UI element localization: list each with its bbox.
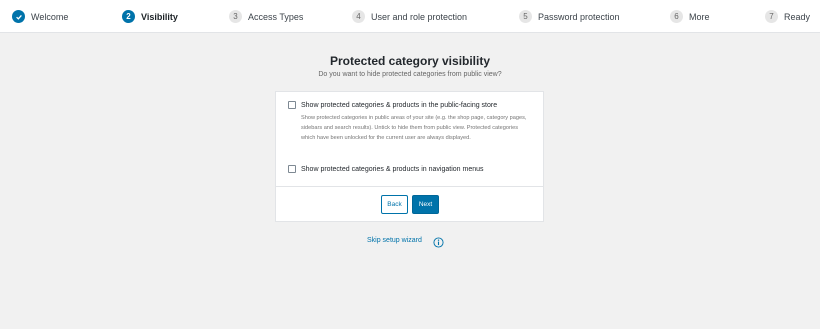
- public-store-checkbox[interactable]: [288, 101, 296, 109]
- next-button[interactable]: Next: [412, 195, 439, 214]
- step-label: Visibility: [141, 11, 178, 22]
- step-label: Access Types: [248, 11, 304, 22]
- page-subtitle: Do you want to hide protected categories…: [318, 71, 502, 78]
- step-label: Welcome: [31, 11, 69, 22]
- card-actions: Back Next: [276, 186, 543, 223]
- step-ready[interactable]: 7 Ready: [765, 9, 810, 24]
- step-password-protection[interactable]: 5 Password protection: [519, 9, 620, 24]
- step-label: Ready: [784, 11, 811, 22]
- step-number: 2: [122, 10, 135, 23]
- step-number: 4: [352, 10, 365, 23]
- settings-card: Show protected categories & products in …: [275, 91, 544, 222]
- step-label: Password protection: [538, 11, 620, 22]
- step-visibility[interactable]: 2 Visibility: [122, 9, 178, 24]
- step-welcome[interactable]: Welcome: [12, 9, 68, 24]
- navigation-menus-label[interactable]: Show protected categories & products in …: [301, 166, 484, 173]
- public-store-help-text: Show protected categories in public area…: [301, 115, 527, 141]
- option-navigation-menus[interactable]: Show protected categories & products in …: [288, 165, 484, 173]
- step-number: 6: [670, 10, 683, 23]
- step-number: 3: [229, 10, 242, 23]
- step-label: More: [689, 11, 710, 22]
- step-number: 7: [765, 10, 778, 23]
- page-title: Protected category visibility: [329, 54, 491, 68]
- step-more[interactable]: 6 More: [670, 9, 710, 24]
- public-store-label[interactable]: Show protected categories & products in …: [301, 102, 497, 109]
- step-number: 5: [519, 10, 532, 23]
- skip-setup-wizard-link[interactable]: Skip setup wizard: [367, 237, 422, 244]
- info-icon[interactable]: [433, 235, 444, 248]
- step-label: User and role protection: [371, 11, 468, 22]
- option-public-store[interactable]: Show protected categories & products in …: [288, 101, 497, 109]
- navigation-menus-checkbox[interactable]: [288, 165, 296, 173]
- back-button[interactable]: Back: [381, 195, 408, 214]
- step-access-types[interactable]: 3 Access Types: [229, 9, 303, 24]
- check-icon: [12, 10, 25, 23]
- setup-steps-bar: Welcome 2 Visibility 3 Access Types 4 Us…: [0, 0, 820, 33]
- step-user-role-protection[interactable]: 4 User and role protection: [352, 9, 467, 24]
